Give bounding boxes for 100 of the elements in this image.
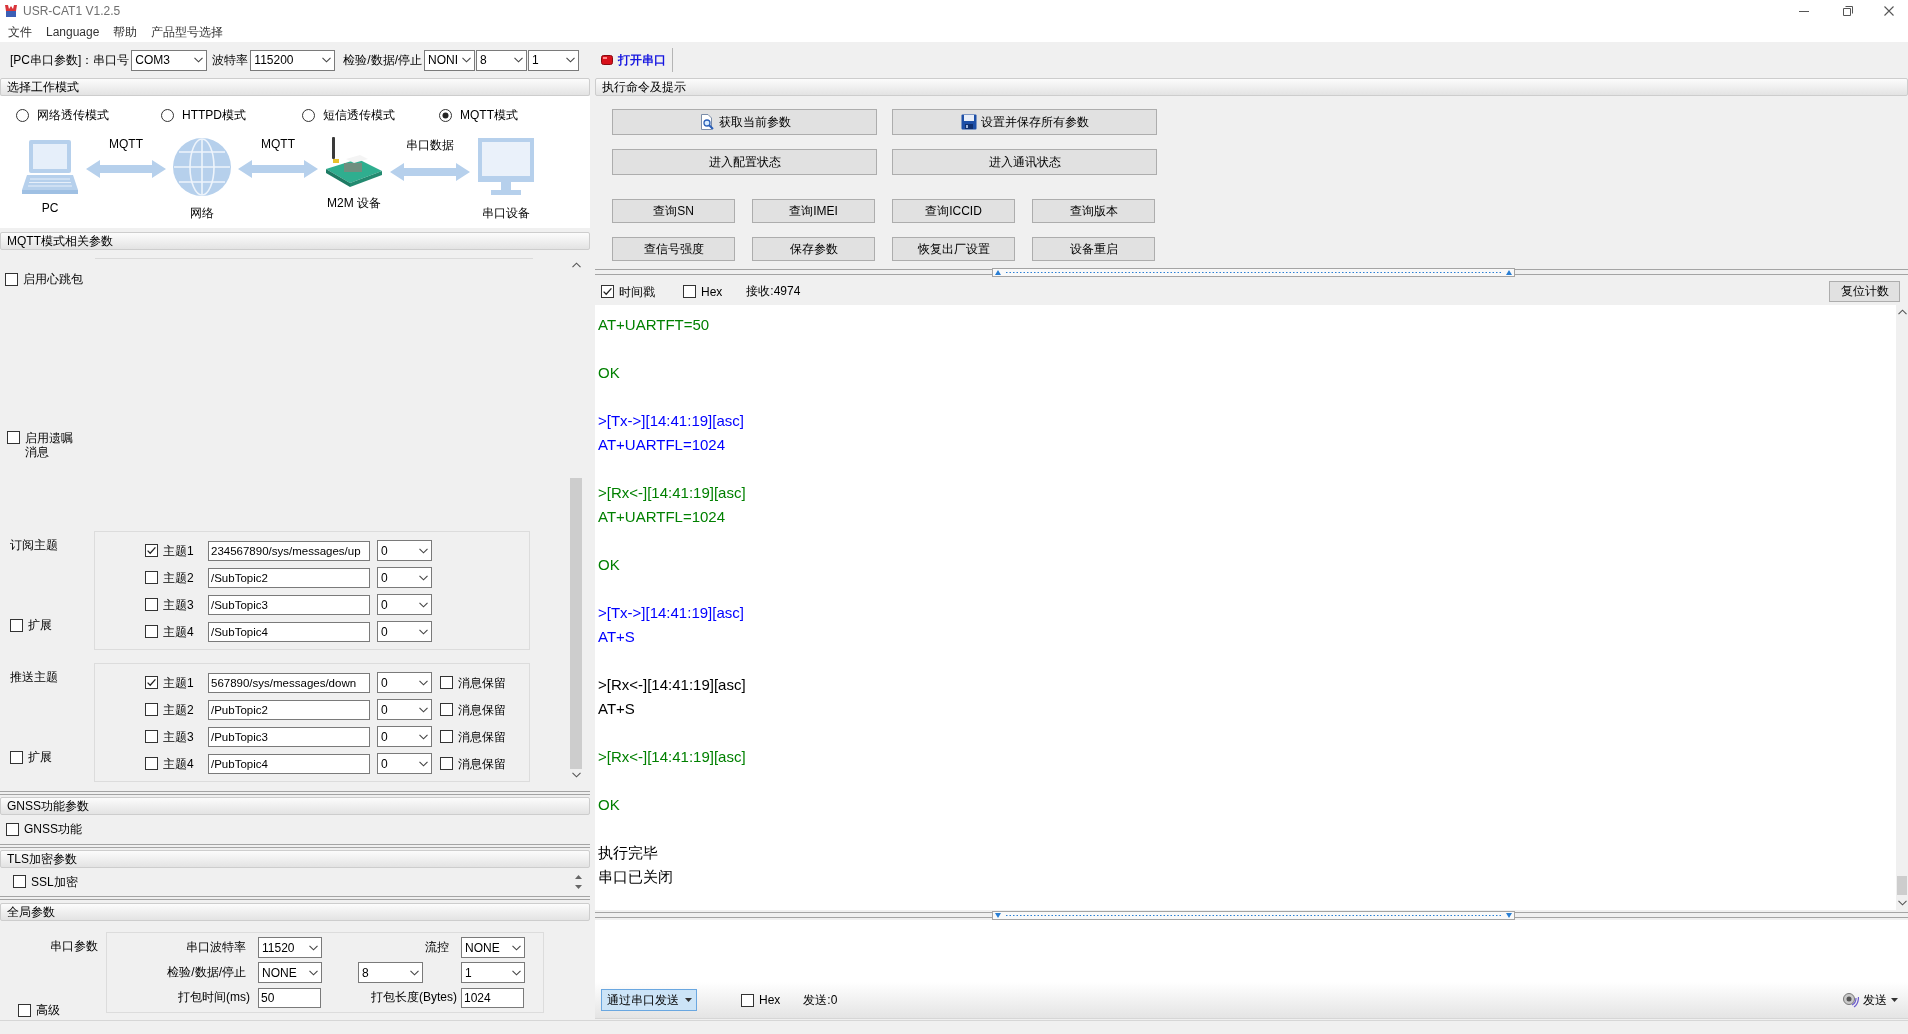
input-field[interactable]: 50 [258,987,321,1008]
topic-field[interactable]: 567890/sys/messages/down [208,672,370,693]
send-button[interactable]: 发送 [1843,989,1898,1011]
checkbox[interactable] [683,285,696,298]
field-label: 打包时间(ms) [178,989,250,1006]
topic-field[interactable]: /PubTopic2 [208,699,370,720]
chevron-down-icon[interactable] [1897,900,1907,906]
log-line: >[Rx<-][14:41:19][asc] [598,483,746,503]
dropdown[interactable]: 0 [377,699,432,720]
field-label: 串口波特率 [186,939,246,956]
menu-item[interactable]: 产品型号选择 [144,23,231,41]
radio-button[interactable] [302,108,315,122]
checkbox[interactable] [145,730,158,743]
dropdown[interactable]: 8 [358,962,423,983]
command-button[interactable]: 查询IMEI [752,199,875,223]
dropdown[interactable]: 11520 [258,937,322,958]
send-input-field[interactable] [595,920,1908,982]
command-button[interactable]: 设置并保存所有参数 [892,109,1157,135]
log-line: >[Rx<-][14:41:19][asc] [598,675,746,695]
command-button[interactable]: 进入配置状态 [612,149,877,175]
splitter-handle[interactable] [992,267,1515,277]
menu-item[interactable]: 文件 [1,23,39,41]
topic-field[interactable]: /SubTopic3 [208,594,370,615]
checkbox[interactable] [7,431,20,444]
restore-icon[interactable] [1843,6,1853,16]
command-button[interactable]: 设备重启 [1032,237,1155,261]
group-label: 订阅主题 [10,538,58,552]
chevron-down-icon[interactable] [571,772,581,778]
checkbox[interactable] [13,875,26,888]
checkbox[interactable] [6,822,19,836]
checkbox[interactable] [440,730,453,743]
checkbox[interactable] [145,676,158,689]
command-button[interactable]: 查询ICCID [892,199,1015,223]
command-button[interactable]: 查询SN [612,199,735,223]
topic-field[interactable]: /SubTopic4 [208,621,370,642]
dropdown[interactable]: 0 [377,567,432,588]
checkbox[interactable] [5,272,18,286]
command-button[interactable]: 查信号强度 [612,237,735,261]
scrollbar-thumb[interactable] [1897,876,1907,895]
chevron-down-icon [419,574,428,581]
checkbox[interactable] [145,544,158,557]
dropdown[interactable]: NONI [424,49,475,71]
checkbox[interactable] [440,757,453,770]
splitter-handle[interactable] [992,910,1515,920]
checkbox[interactable] [145,571,158,584]
chevron-up-icon[interactable] [571,262,581,268]
scrollbar[interactable] [1896,305,1908,910]
dropdown[interactable]: 0 [377,621,432,642]
topic-field[interactable]: 234567890/sys/messages/up [208,540,370,561]
minimize-icon[interactable] [1799,10,1809,12]
section-header: GNSS功能参数 [0,797,590,815]
scrollbar-thumb[interactable] [570,478,582,769]
topic-field[interactable]: /SubTopic2 [208,567,370,588]
checkbox[interactable] [10,750,23,764]
checkbox-label: 主题3 [163,596,194,613]
log-line: OK [598,555,620,575]
dropdown[interactable]: 1 [528,49,579,71]
dropdown[interactable]: 0 [377,540,432,561]
checkbox-label: Hex [759,992,781,1008]
menu-item[interactable]: Language [39,23,107,41]
chevron-up-icon[interactable] [1897,309,1907,315]
dropdown[interactable]: 8 [476,49,527,71]
dropdown[interactable]: NONE [258,962,322,983]
topic-field[interactable]: /PubTopic3 [208,726,370,747]
open-port-button[interactable]: 打开串口 [599,48,673,72]
checkbox[interactable] [18,1003,31,1017]
dropdown[interactable]: 115200 [250,49,336,71]
dropdown[interactable]: 0 [377,594,432,615]
checkbox[interactable] [145,757,158,770]
checkbox[interactable] [145,625,158,638]
checkbox[interactable] [145,598,158,611]
checkbox[interactable] [440,703,453,716]
checkbox[interactable] [741,993,754,1007]
close-icon[interactable] [1884,6,1894,16]
dropdown[interactable]: 0 [377,753,432,774]
checkbox[interactable] [440,676,453,689]
dropdown[interactable]: 0 [377,672,432,693]
dropdown[interactable]: 0 [377,726,432,747]
device-module-icon [324,137,384,189]
radio-button[interactable] [16,108,29,122]
menu-item[interactable]: 帮助 [106,23,145,41]
reset-count-button[interactable]: 复位计数 [1829,281,1900,302]
dropdown[interactable]: COM3 [131,49,208,71]
command-button[interactable]: 进入通讯状态 [892,149,1157,175]
command-button[interactable]: 获取当前参数 [612,109,877,135]
checkbox[interactable] [601,285,614,298]
command-button[interactable]: 保存参数 [752,237,875,261]
send-mode-button[interactable]: 通过串口发送 [601,989,697,1011]
checkbox-label: 主题1 [163,674,194,691]
radio-button[interactable] [439,108,452,122]
checkbox[interactable] [10,618,23,632]
input-field[interactable]: 1024 [461,987,524,1008]
dropdown[interactable]: 1 [461,962,525,983]
dropdown[interactable]: NONE [461,937,525,958]
command-button[interactable]: 查询版本 [1032,199,1155,223]
scroll-arrows-icon[interactable] [575,874,582,889]
topic-field[interactable]: /PubTopic4 [208,753,370,774]
radio-button[interactable] [161,108,174,122]
command-button[interactable]: 恢复出厂设置 [892,237,1015,261]
checkbox[interactable] [145,703,158,716]
